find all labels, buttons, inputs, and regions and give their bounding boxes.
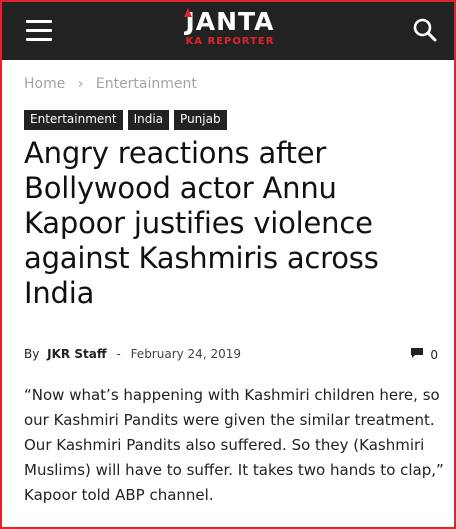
by-label: By — [24, 347, 40, 361]
article-meta: By JKR Staff - February 24, 2019 0 — [24, 347, 438, 365]
logo-sub-text: KA REPORTER — [185, 36, 275, 47]
breadcrumb: Home › Entertainment — [24, 76, 205, 92]
author-link[interactable]: JKR Staff — [47, 347, 106, 361]
search-icon[interactable] — [412, 17, 438, 43]
article-body: “Now what’s happening with Kashmiri chil… — [24, 386, 444, 504]
meta-dash: - — [116, 347, 121, 361]
tag-india[interactable]: India — [127, 110, 170, 130]
logo-pen-mark — [184, 8, 192, 17]
breadcrumb-separator: › — [77, 76, 84, 92]
breadcrumb-current[interactable]: Entertainment — [96, 76, 197, 92]
breadcrumb-home[interactable]: Home — [24, 76, 65, 92]
site-logo[interactable]: JANTA KA REPORTER — [170, 8, 290, 54]
tag-entertainment[interactable]: Entertainment — [24, 110, 123, 130]
publish-date: February 24, 2019 — [130, 347, 241, 361]
comments-link[interactable]: 0 — [410, 347, 438, 362]
category-tags: Entertainment India Punjab — [24, 110, 227, 130]
page-frame: JANTA KA REPORTER Home › Entertainment E… — [0, 0, 456, 529]
comments-count: 0 — [430, 347, 438, 362]
top-bar: JANTA KA REPORTER — [2, 2, 454, 60]
tag-punjab[interactable]: Punjab — [174, 110, 227, 130]
article-title: Angry reactions after Bollywood actor An… — [24, 136, 379, 310]
hamburger-menu-icon[interactable] — [26, 20, 54, 42]
comment-icon — [410, 347, 424, 362]
